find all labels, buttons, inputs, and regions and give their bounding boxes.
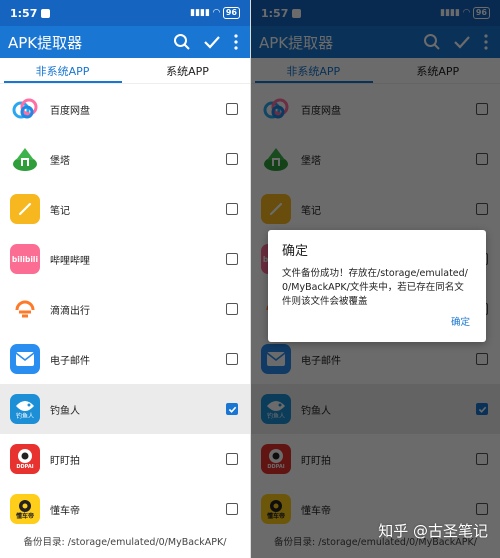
list-item[interactable]: 笔记	[0, 184, 250, 234]
app-checkbox[interactable]	[226, 103, 238, 115]
list-item[interactable]: 钓鱼人 钓鱼人	[0, 384, 250, 434]
notification-icon	[41, 8, 51, 18]
tab-system-apps[interactable]: 系统APP	[125, 58, 250, 83]
list-item[interactable]: 电子邮件	[0, 334, 250, 384]
ddpai-icon: DDPAI	[10, 444, 40, 474]
dongchedi-icon: 懂车帝	[10, 494, 40, 524]
backup-success-dialog: 确定 文件备份成功！存放在/storage/emulated/0/MyBackA…	[268, 230, 486, 342]
app-checkbox[interactable]	[226, 203, 238, 215]
status-time: 1:57	[10, 6, 38, 20]
app-name: 滴滴出行	[50, 305, 90, 317]
didi-icon	[10, 294, 40, 324]
watermark: 知乎 @古圣笔记	[378, 522, 488, 540]
app-checkbox[interactable]	[226, 353, 238, 365]
tab-bar: 非系统APP 系统APP	[0, 58, 250, 84]
list-item[interactable]: DDPAI 盯盯拍	[0, 434, 250, 484]
email-icon	[10, 344, 40, 374]
screen-right: 1:57 ▮▮▮▮ ◠ 96 APK提取器 非系统APP 系统APP	[250, 0, 500, 558]
battery-icon: 96	[222, 7, 240, 19]
app-checkbox[interactable]	[226, 153, 238, 165]
list-item[interactable]: bilibili 哔哩哔哩	[0, 234, 250, 284]
more-icon[interactable]	[230, 30, 242, 54]
ddpai-logo-text: DDPAI	[16, 463, 34, 470]
notes-icon	[10, 194, 40, 224]
fishing-logo-text: 钓鱼人	[15, 412, 34, 420]
search-icon[interactable]	[170, 30, 194, 54]
baota-icon	[10, 144, 40, 174]
app-name: 堡塔	[50, 155, 70, 167]
signal-icon: ▮▮▮▮	[190, 8, 210, 18]
app-list: 百度网盘 堡塔 笔记 bilibili	[0, 84, 250, 534]
list-item[interactable]: 堡塔	[0, 134, 250, 184]
app-checkbox[interactable]	[226, 303, 238, 315]
check-icon[interactable]	[200, 30, 224, 54]
app-name: 百度网盘	[50, 105, 90, 117]
app-name: 哔哩哔哩	[50, 255, 90, 267]
app-checkbox[interactable]	[226, 253, 238, 265]
dialog-confirm-button[interactable]: 确定	[451, 314, 470, 328]
backup-directory-label: 备份目录: /storage/emulated/0/MyBackAPK/	[23, 537, 227, 548]
dialog-message: 文件备份成功！存放在/storage/emulated/0/MyBackAPK/…	[282, 268, 468, 307]
bilibili-logo-text: bilibili	[11, 254, 39, 264]
app-title: APK提取器	[8, 33, 83, 52]
app-checkbox[interactable]	[226, 453, 238, 465]
app-checkbox-checked[interactable]	[226, 403, 238, 415]
list-item[interactable]: 滴滴出行	[0, 284, 250, 334]
screens: 1:57 ▮▮▮▮ ◠ 96 APK提取器 非系统APP 系统APP 百度网盘 …	[0, 0, 500, 558]
dialog-title: 确定	[282, 244, 309, 259]
app-name: 盯盯拍	[50, 455, 80, 467]
tab-non-system-apps[interactable]: 非系统APP	[0, 58, 125, 83]
app-name: 懂车帝	[50, 505, 80, 517]
list-item[interactable]: 懂车帝 懂车帝	[0, 484, 250, 534]
app-name: 笔记	[50, 205, 70, 217]
screen-left: 1:57 ▮▮▮▮ ◠ 96 APK提取器 非系统APP 系统APP 百度网盘 …	[0, 0, 250, 558]
app-name: 钓鱼人	[50, 405, 80, 417]
tab-indicator	[4, 81, 122, 83]
app-name: 电子邮件	[50, 355, 90, 367]
list-item[interactable]: 百度网盘	[0, 84, 250, 134]
baidu-netdisk-icon	[10, 94, 40, 124]
wifi-icon: ◠	[212, 8, 220, 18]
status-bar: 1:57 ▮▮▮▮ ◠ 96	[0, 0, 250, 26]
bilibili-icon: bilibili	[10, 244, 40, 274]
dongchedi-logo-text: 懂车帝	[15, 512, 34, 520]
app-checkbox[interactable]	[226, 503, 238, 515]
app-bar: APK提取器	[0, 26, 250, 58]
fishing-icon: 钓鱼人	[10, 394, 40, 424]
